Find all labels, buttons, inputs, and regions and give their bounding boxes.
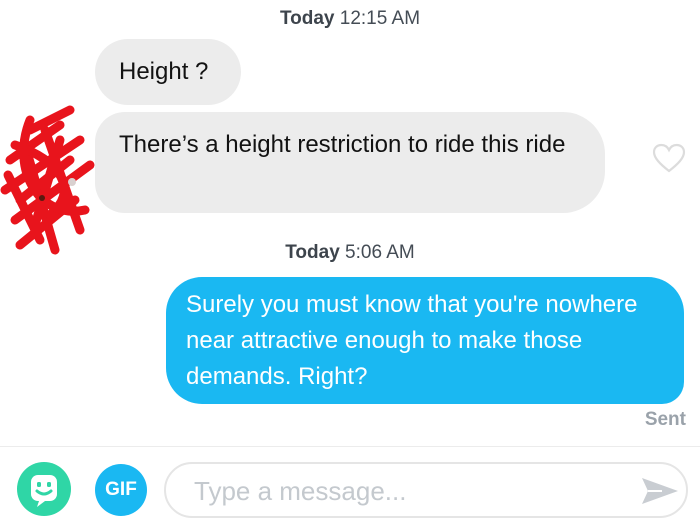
timestamp-time: 5:06 AM <box>345 242 415 263</box>
chat-screen: Today 12:15 AM Height ? There’s a height… <box>0 0 700 526</box>
message-text: There’s a height restriction to ride thi… <box>119 131 566 158</box>
sticker-face-icon <box>31 475 57 507</box>
timestamp-header: Today 12:15 AM <box>0 8 700 30</box>
timestamp-header: Today 5:06 AM <box>0 242 700 264</box>
timestamp-day: Today <box>285 242 340 263</box>
message-input-box[interactable] <box>164 462 688 518</box>
message-input[interactable] <box>192 472 616 510</box>
timestamp-time: 12:15 AM <box>339 8 421 29</box>
composer-divider <box>0 446 700 447</box>
sent-message-bubble[interactable]: Surely you must know that you're nowhere… <box>166 277 684 404</box>
send-arrow-icon[interactable] <box>640 476 680 506</box>
received-message-bubble[interactable]: There’s a height restriction to ride thi… <box>95 112 605 213</box>
message-text: Surely you must know that you're nowhere… <box>186 291 638 390</box>
sent-status: Sent <box>644 409 686 430</box>
message-text: Height ? <box>119 58 209 85</box>
timestamp-day: Today <box>279 8 335 29</box>
redacted-avatar-scribble <box>0 105 95 255</box>
received-message-bubble[interactable]: Height ? <box>95 39 241 105</box>
gif-button[interactable]: GIF <box>95 464 147 516</box>
sticker-button[interactable] <box>17 462 71 516</box>
heart-outline-icon[interactable] <box>652 143 686 173</box>
